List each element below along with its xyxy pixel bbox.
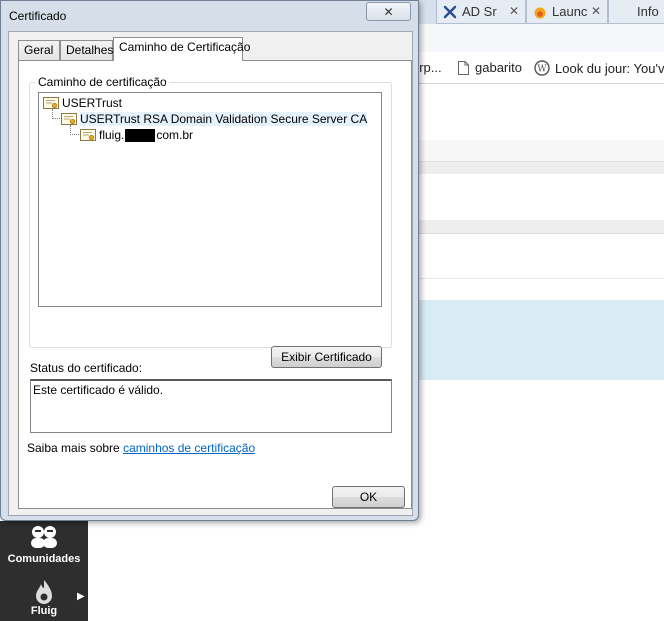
browser-tab-label: Launc [552, 4, 588, 19]
wordpress-icon: W [534, 60, 550, 76]
domain-prefix: fluig. [99, 127, 125, 142]
dialog-client-area: Geral Detalhes Caminho de Certificação C… [8, 31, 413, 516]
tree-item-label: USERTrust [62, 96, 123, 110]
page-icon [458, 60, 469, 75]
learn-prefix: Saiba mais sobre [27, 441, 120, 455]
dialog-title: Certificado [9, 9, 67, 23]
bookmark-item[interactable]: W Look du jour: You've [534, 60, 664, 76]
domain-suffix: com.br [156, 127, 194, 142]
page-band [410, 278, 664, 300]
browser-tab[interactable]: AD Sr ✕ [436, 0, 526, 24]
sidebar-item-label: Fluig [30, 605, 58, 617]
tab-label: Caminho de Certificação [119, 40, 251, 54]
close-icon: ✕ [383, 4, 394, 19]
tab-panel: Caminho de certificação USERTrust USERTr… [18, 60, 412, 509]
flame-icon [534, 7, 546, 18]
redacted-block [125, 129, 156, 143]
button-label: OK [359, 490, 378, 504]
status-text-box[interactable]: Este certificado é válido. [30, 379, 392, 433]
sidebar-item-comunidades[interactable]: Comunidades [0, 521, 88, 565]
tree-item-intermediate[interactable]: USERTrust RSA Domain Validation Secure S… [61, 111, 368, 127]
highlight-band [410, 300, 664, 380]
tree-item-label: USERTrust RSA Domain Validation Secure S… [80, 112, 368, 126]
tree-item-label: fluig. com.br [99, 127, 194, 143]
certificate-dialog: Certificado ✕ Geral Detalhes Caminho de … [0, 0, 419, 521]
close-button[interactable]: ✕ [366, 2, 411, 21]
app-sidebar: Comunidades Fluig ▶ [0, 521, 88, 621]
tree-connector [52, 118, 60, 119]
browser-tab-label: Info [637, 4, 659, 19]
certification-path-link[interactable]: caminhos de certificação [123, 441, 255, 455]
fluig-flame-icon [36, 580, 52, 604]
ok-button[interactable]: OK [332, 486, 405, 508]
tab-geral[interactable]: Geral [18, 40, 60, 61]
browser-tab-label: AD Sr [462, 4, 497, 19]
browser-tab[interactable]: Info [608, 0, 664, 24]
tab-label: Detalhes [66, 43, 114, 57]
tab-label: Geral [24, 43, 54, 57]
tools-icon [443, 5, 457, 18]
sidebar-item-fluig[interactable]: Fluig [0, 579, 88, 617]
tree-connector [70, 134, 79, 135]
sidebar-item-label: Comunidades [7, 553, 81, 565]
status-label: Status do certificado: [30, 361, 143, 375]
page-band [410, 220, 664, 234]
tab-caminho-de-certificacao[interactable]: Caminho de Certificação [113, 37, 250, 61]
certificate-icon [43, 96, 59, 109]
view-certificate-button[interactable]: Exibir Certificado [271, 346, 382, 368]
bookmark-label: gabarito [475, 60, 522, 75]
status-text: Este certificado é válido. [33, 383, 164, 397]
svg-text:W: W [537, 65, 547, 75]
close-tab-icon[interactable]: ✕ [591, 4, 601, 18]
path-group-label: Caminho de certificação [36, 75, 169, 89]
page-band [410, 140, 664, 162]
close-tab-icon[interactable]: ✕ [509, 4, 519, 18]
certificate-path-tree[interactable]: USERTrust USERTrust RSA Domain Validatio… [38, 92, 382, 307]
browser-tab[interactable]: Launc ✕ [526, 0, 608, 24]
tab-detalhes[interactable]: Detalhes [60, 40, 113, 61]
certificate-icon [80, 128, 96, 141]
bookmark-label: Look du jour: You've [555, 60, 664, 76]
people-icon [31, 526, 57, 548]
tree-item-root[interactable]: USERTrust [43, 95, 122, 111]
certificate-icon [61, 112, 77, 125]
page-band [410, 162, 664, 174]
tree-item-leaf[interactable]: fluig. com.br [80, 127, 193, 143]
expand-arrow-icon[interactable]: ▶ [77, 591, 85, 602]
bookmark-item[interactable]: gabarito [458, 60, 522, 75]
learn-more: Saiba mais sobre caminhos de certificaçã… [27, 441, 255, 455]
button-label: Exibir Certificado [281, 350, 372, 364]
